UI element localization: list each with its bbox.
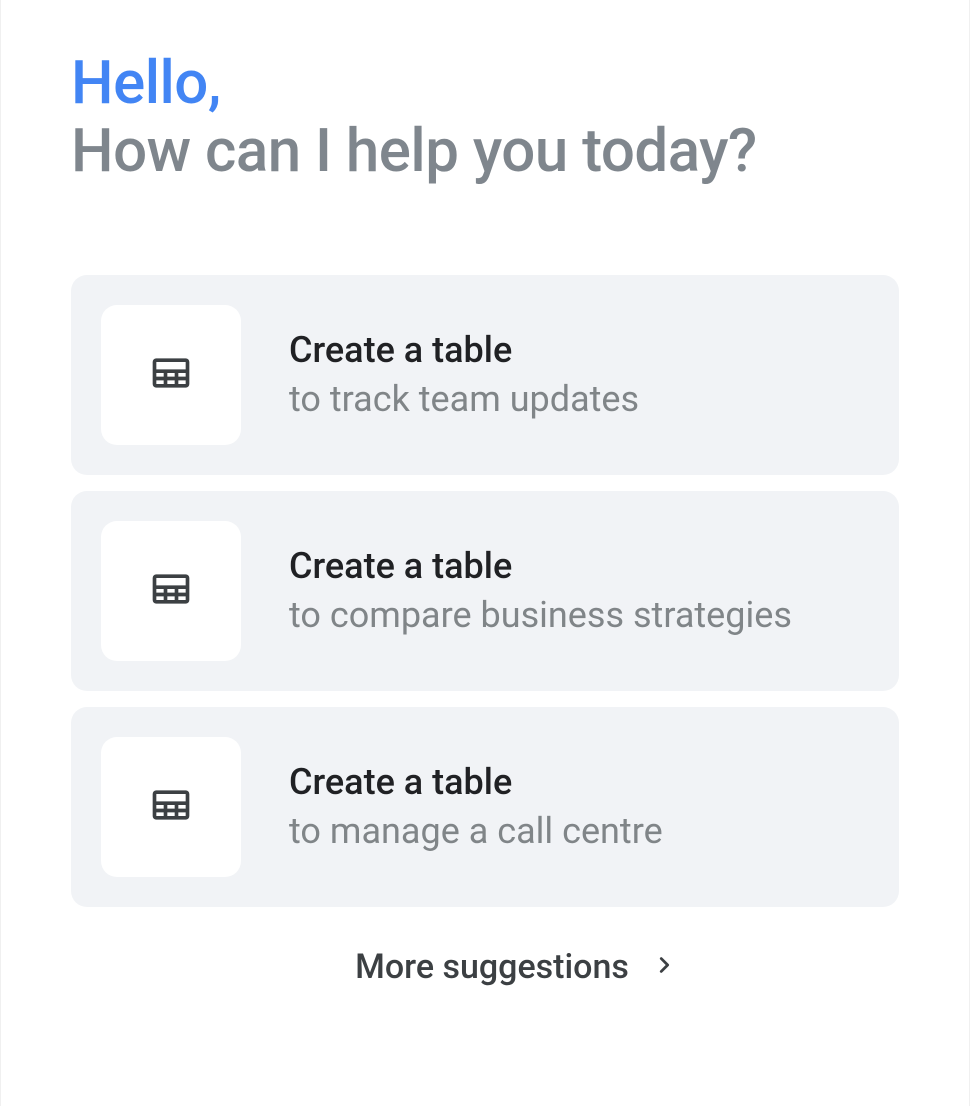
suggestions-list: Create a table to track team updates Cre… xyxy=(71,275,899,907)
greeting-subtitle: How can I help you today? xyxy=(71,116,899,185)
suggestion-title: Create a table xyxy=(289,544,792,589)
suggestion-description: to compare business strategies xyxy=(289,593,792,638)
suggestion-text: Create a table to track team updates xyxy=(289,328,639,422)
greeting-header: Hello, How can I help you today? xyxy=(71,50,899,185)
table-icon xyxy=(149,351,193,399)
suggestion-description: to track team updates xyxy=(289,377,639,422)
chevron-right-icon xyxy=(653,954,675,980)
suggestion-description: to manage a call centre xyxy=(289,809,663,854)
icon-box xyxy=(101,521,241,661)
greeting-hello: Hello, xyxy=(71,50,899,116)
suggestion-card-manage-call-centre[interactable]: Create a table to manage a call centre xyxy=(71,707,899,907)
suggestion-text: Create a table to compare business strat… xyxy=(289,544,792,638)
more-suggestions-label: More suggestions xyxy=(355,947,629,987)
more-suggestions-button[interactable]: More suggestions xyxy=(71,947,899,987)
suggestion-card-compare-business-strategies[interactable]: Create a table to compare business strat… xyxy=(71,491,899,691)
table-icon xyxy=(149,567,193,615)
table-icon xyxy=(149,783,193,831)
suggestion-card-track-team-updates[interactable]: Create a table to track team updates xyxy=(71,275,899,475)
icon-box xyxy=(101,305,241,445)
suggestion-text: Create a table to manage a call centre xyxy=(289,760,663,854)
suggestion-title: Create a table xyxy=(289,760,663,805)
icon-box xyxy=(101,737,241,877)
suggestion-title: Create a table xyxy=(289,328,639,373)
